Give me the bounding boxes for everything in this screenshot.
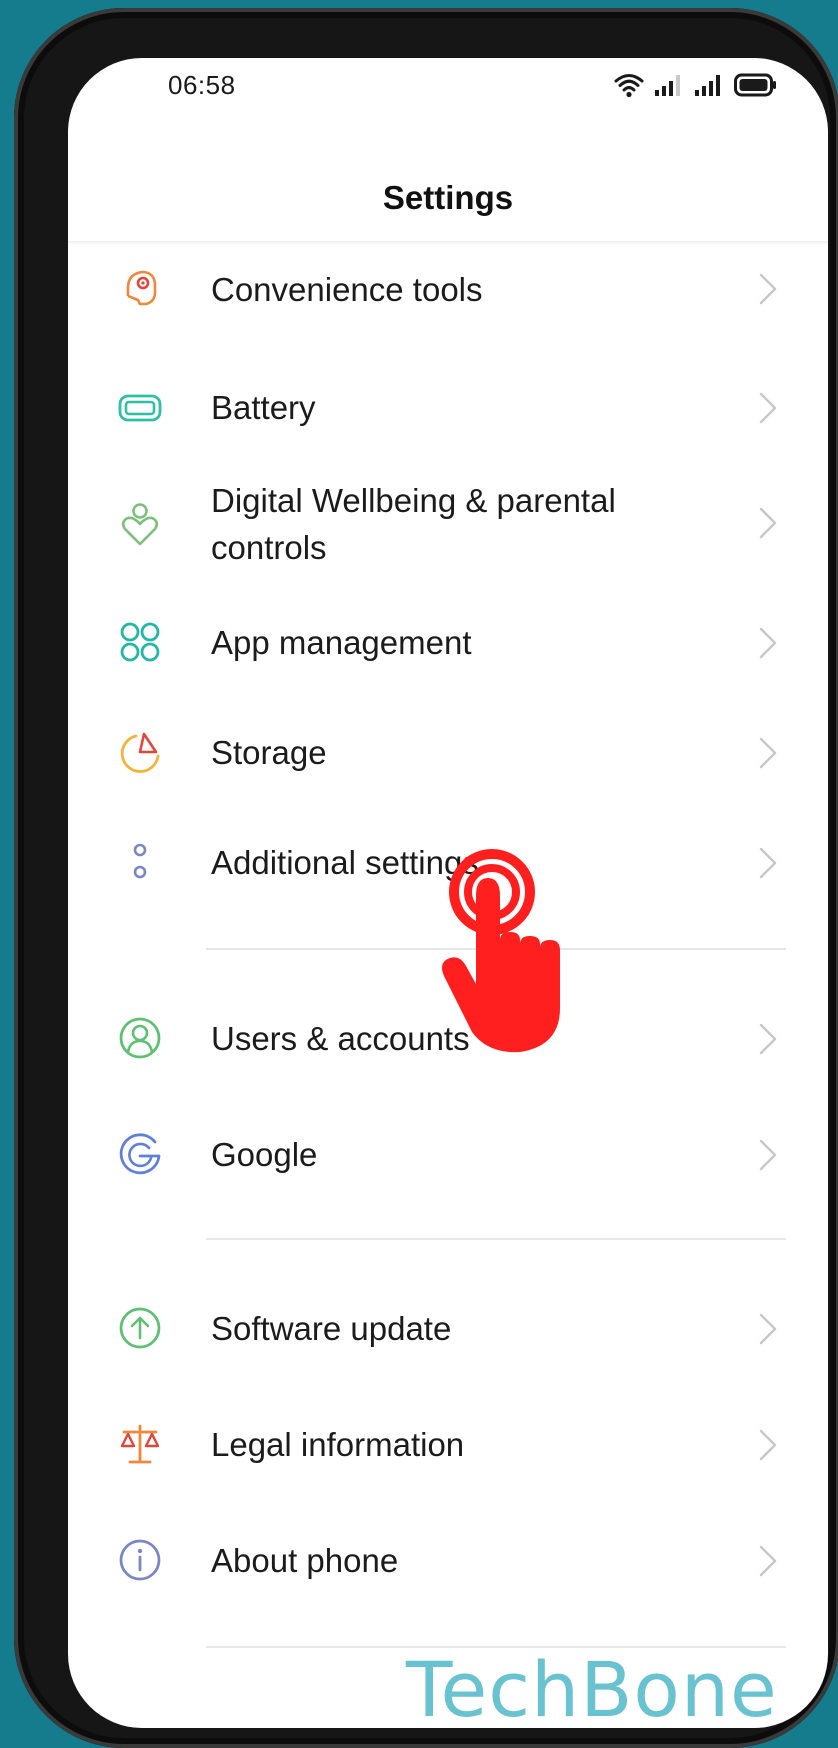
battery-icon bbox=[734, 73, 776, 97]
legal-information-icon bbox=[120, 1424, 160, 1464]
tap-hand-icon bbox=[442, 849, 560, 1053]
chevron-right-icon bbox=[759, 1139, 777, 1171]
chevron-right-icon bbox=[759, 847, 777, 879]
settings-item-label: Users & accounts bbox=[211, 1020, 470, 1057]
phone-frame: 06:58 Settings Convenience tools Battery… bbox=[14, 8, 838, 1748]
storage-icon bbox=[120, 732, 160, 773]
settings-item-convenience-tools[interactable]: Convenience tools bbox=[68, 258, 828, 318]
page-title: Settings bbox=[382, 179, 514, 216]
status-time: 06:58 bbox=[168, 70, 236, 100]
settings-item-label-line2: controls bbox=[211, 529, 327, 566]
additional-settings-icon bbox=[133, 843, 147, 879]
settings-header: Settings bbox=[68, 158, 828, 238]
chevron-right-icon bbox=[759, 1545, 777, 1577]
settings-item-storage[interactable]: Storage bbox=[68, 698, 828, 808]
settings-item-digital-wellbeing[interactable]: Digital Wellbeing & parental controls bbox=[68, 458, 828, 588]
chevron-right-icon bbox=[759, 507, 777, 539]
chevron-right-icon bbox=[759, 627, 777, 659]
settings-item-software-update[interactable]: Software update bbox=[68, 1272, 828, 1382]
section-divider bbox=[206, 1238, 786, 1240]
digital-wellbeing-icon bbox=[121, 503, 159, 546]
chevron-right-icon bbox=[759, 737, 777, 769]
google-icon bbox=[119, 1133, 161, 1175]
convenience-tools-icon bbox=[126, 270, 157, 306]
settings-item-label: Battery bbox=[211, 389, 316, 426]
battery-setting-icon bbox=[118, 394, 162, 422]
settings-item-label: Convenience tools bbox=[211, 271, 483, 308]
users-accounts-icon bbox=[119, 1017, 161, 1059]
chevron-right-icon bbox=[759, 1023, 777, 1055]
settings-item-google[interactable]: Google bbox=[68, 1092, 828, 1202]
chevron-right-icon bbox=[759, 1429, 777, 1461]
chevron-right-icon bbox=[759, 273, 777, 305]
signal-icon bbox=[655, 75, 680, 96]
status-bar: 06:58 bbox=[68, 58, 828, 118]
settings-item-legal-information[interactable]: Legal information bbox=[68, 1382, 828, 1492]
wifi-icon bbox=[614, 74, 644, 98]
settings-item-label: Digital Wellbeing & parental bbox=[211, 482, 616, 519]
settings-item-label: App management bbox=[211, 624, 472, 661]
settings-item-label: About phone bbox=[211, 1542, 399, 1579]
settings-item-label: Storage bbox=[211, 734, 327, 771]
settings-item-battery[interactable]: Battery bbox=[68, 358, 828, 458]
techbone-watermark: TechBone bbox=[406, 1645, 778, 1734]
app-management-icon bbox=[120, 622, 160, 662]
settings-item-label: Legal information bbox=[211, 1426, 465, 1463]
signal-icon bbox=[695, 75, 720, 96]
settings-item-app-management[interactable]: App management bbox=[68, 588, 828, 698]
status-icons bbox=[614, 72, 778, 98]
settings-item-about-phone[interactable]: About phone bbox=[68, 1492, 828, 1602]
header-divider bbox=[68, 241, 828, 245]
chevron-right-icon bbox=[759, 392, 777, 424]
about-phone-icon bbox=[119, 1539, 161, 1581]
settings-item-label: Software update bbox=[211, 1310, 452, 1347]
software-update-icon bbox=[119, 1307, 161, 1349]
settings-item-label: Google bbox=[211, 1136, 318, 1173]
chevron-right-icon bbox=[759, 1313, 777, 1345]
